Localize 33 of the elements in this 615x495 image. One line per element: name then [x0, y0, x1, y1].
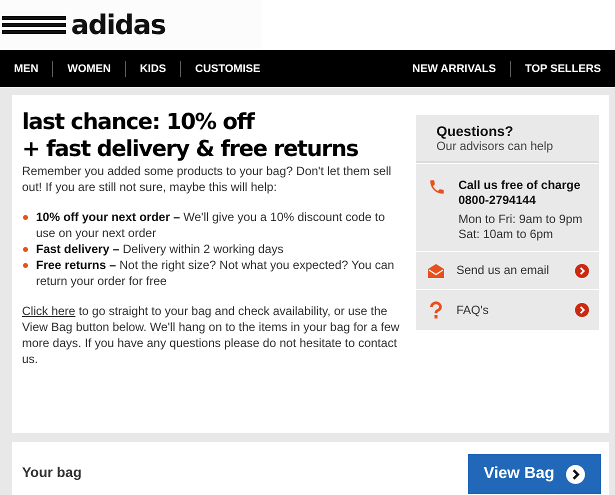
bullet-icon: [23, 263, 28, 268]
headline: + fast delivery & free returns: [22, 136, 359, 163]
arrow-circle-icon[interactable]: [566, 464, 586, 484]
question-mark-icon: [428, 301, 444, 319]
nav-link[interactable]: NEW ARRIVALS: [398, 60, 510, 76]
opening-hours: Sat: 10am to 6pm: [458, 227, 554, 242]
bullet-icon: [23, 215, 28, 220]
help-link[interactable]: Send us an email: [456, 263, 563, 278]
stripes-icon: [2, 16, 66, 34]
envelope-icon: [428, 264, 444, 278]
opening-hours: Mon to Fri: 9am to 9pm: [458, 212, 584, 227]
nav-link[interactable]: MEN: [0, 60, 52, 76]
benefit-text: 10% off your next order – We'll give you a 10% discount code to use on your next order: [36, 209, 386, 241]
nav-link[interactable]: WOMEN: [52, 60, 125, 76]
phone-icon: [428, 178, 446, 196]
nav-link[interactable]: CUSTOMISE: [180, 60, 274, 76]
click-here-link[interactable]: Click here: [22, 304, 76, 318]
phone-number[interactable]: 0800-2794144: [458, 193, 589, 208]
logo-wordmark: adidas: [71, 12, 166, 38]
view-bag-button[interactable]: View Bag: [468, 454, 601, 494]
headline: last chance: 10% off: [22, 109, 256, 136]
intro-text: Remember you added some products to your bag? Don't let them sell out! If you are still not sure, maybe this will help:: [22, 163, 392, 195]
bag-title: Your bag: [22, 464, 82, 480]
help-link[interactable]: FAQ's: [456, 302, 563, 318]
nav-link[interactable]: TOP SELLERS: [510, 60, 615, 76]
benefit-text: Free returns – Not the right size? Not what you expected? You can return your order for free: [36, 257, 396, 289]
nav-link[interactable]: KIDS: [124, 60, 180, 76]
benefit-text: Fast delivery – Delivery within 2 working days: [36, 241, 284, 257]
closing-text: Click here to go straight to your bag and check availability, or use the View Bag button below. We'll hang on to the items in your bag for a few more days. If you have any questions please do not hesitate to contact us.: [22, 303, 400, 367]
phone-title: Call us free of charge: [458, 178, 582, 193]
help-subtitle: Our advisors can help: [436, 139, 554, 153]
bullet-icon: [23, 247, 28, 252]
help-title: Questions?: [436, 123, 514, 139]
